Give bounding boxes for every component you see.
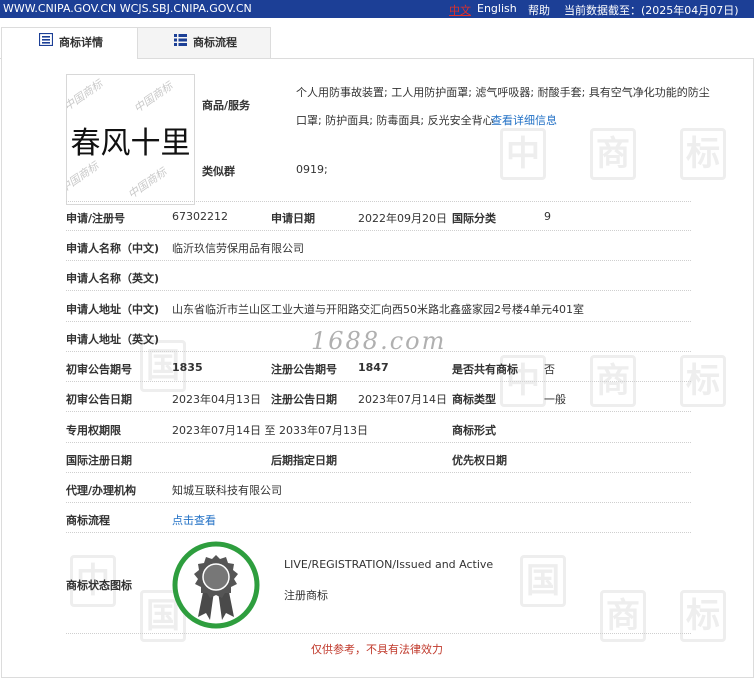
intl-class-value: 9	[544, 210, 551, 223]
shared-label: 是否共有商标	[452, 363, 518, 376]
applicant-en-label: 申请人名称（英文)	[66, 272, 160, 285]
view-flow-link[interactable]: 点击查看	[172, 512, 216, 528]
tab-bar: 商标详情 商标流程	[0, 27, 754, 59]
divider	[66, 230, 691, 231]
document-list-icon	[38, 28, 54, 58]
tab-trademark-flow[interactable]: 商标流程	[137, 27, 271, 58]
intl-class-label: 国际分类	[452, 212, 496, 225]
exclusive-period-label: 专用权期限	[66, 424, 121, 437]
tm-form-label: 商标形式	[452, 424, 496, 437]
divider	[66, 411, 691, 412]
similar-group-value: 0919;	[296, 163, 328, 176]
lang-chinese-link[interactable]: 中文	[449, 2, 471, 18]
data-date: 当前数据截至：(2025年04月07日)	[564, 4, 739, 17]
registered-badge-icon	[172, 541, 260, 629]
watermark-char: 中	[500, 128, 546, 180]
goods-label: 商品/服务	[202, 99, 251, 112]
prelim-no-label: 初审公告期号	[66, 363, 132, 376]
app-date-label: 申请日期	[271, 212, 315, 225]
tm-type-label: 商标类型	[452, 393, 496, 406]
prelim-date-label: 初审公告日期	[66, 393, 132, 406]
reg-ann-date-label: 注册公告日期	[271, 393, 337, 406]
divider	[66, 290, 691, 291]
address-cn-label: 申请人地址（中文)	[66, 303, 160, 316]
divider	[66, 321, 691, 322]
flow-label: 商标流程	[66, 514, 110, 527]
reg-no-label: 申请/注册号	[66, 212, 126, 225]
site-links[interactable]: WWW.CNIPA.GOV.CN WCJS.SBJ.CNIPA.GOV.CN	[3, 2, 252, 15]
intl-reg-date-label: 国际注册日期	[66, 454, 132, 467]
watermark-char: 标	[680, 590, 726, 642]
top-bar: WWW.CNIPA.GOV.CN WCJS.SBJ.CNIPA.GOV.CN 中…	[0, 0, 754, 18]
priority-date-label: 优先权日期	[452, 454, 507, 467]
divider	[66, 201, 691, 202]
logo-watermark: 中国商标	[66, 159, 102, 196]
tab-label: 商标流程	[193, 36, 237, 49]
reg-ann-date-value: 2023年07月14日	[358, 393, 447, 406]
prelim-date-value: 2023年04月13日	[172, 393, 261, 406]
divider	[66, 351, 691, 352]
applicant-cn-value: 临沂玖信劳保用品有限公司	[172, 242, 304, 255]
reg-no-value: 67302212	[172, 210, 228, 223]
view-detail-link[interactable]: 查看详细信息	[491, 112, 557, 128]
goods-value-line2: 口罩; 防护面具; 防毒面具; 反光安全背心	[296, 114, 494, 127]
tab-trademark-detail[interactable]: 商标详情	[1, 27, 138, 59]
lang-english-link[interactable]: English	[477, 2, 517, 15]
goods-value-line1: 个人用防事故装置; 工人用防护面罩; 滤气呼吸器; 耐酸手套; 具有空气净化功能…	[296, 86, 710, 99]
divider	[66, 532, 691, 533]
prelim-no-value: 1835	[172, 361, 203, 374]
tab-label: 商标详情	[59, 36, 103, 49]
divider	[66, 381, 691, 382]
status-label: 商标状态图标	[66, 579, 132, 592]
reg-ann-no-value: 1847	[358, 361, 389, 374]
divider	[66, 633, 691, 634]
divider	[66, 442, 691, 443]
watermark-char: 商	[590, 128, 636, 180]
trademark-name: 春风十里	[70, 126, 191, 161]
logo-watermark: 中国商标	[131, 79, 176, 116]
tm-type-value: 一般	[544, 393, 566, 406]
address-cn-value: 山东省临沂市兰山区工业大道与开阳路交汇向西50米路北鑫盛家园2号楼4单元401室	[172, 303, 584, 316]
logo-watermark: 中国商标	[66, 77, 106, 114]
agent-label: 代理/办理机构	[66, 484, 137, 497]
help-link[interactable]: 帮助	[528, 2, 550, 18]
divider	[66, 260, 691, 261]
later-date-label: 后期指定日期	[271, 454, 337, 467]
logo-watermark: 中国商标	[125, 165, 170, 202]
app-date-value: 2022年09月20日	[358, 212, 447, 225]
watermark-char: 国	[520, 555, 566, 607]
shared-value: 否	[544, 363, 555, 376]
divider	[66, 472, 691, 473]
reg-ann-no-label: 注册公告期号	[271, 363, 337, 376]
status-cn: 注册商标	[284, 589, 328, 602]
trademark-image: 中国商标 中国商标 中国商标 中国商标 春风十里	[66, 74, 195, 205]
watermark-char: 商	[600, 590, 646, 642]
status-en: LIVE/REGISTRATION/Issued and Active	[284, 558, 494, 571]
disclaimer: 仅供参考，不具有法律效力	[311, 643, 443, 656]
watermark-char: 标	[680, 128, 726, 180]
address-en-label: 申请人地址（英文)	[66, 333, 160, 346]
exclusive-period-value: 2023年07月14日 至 2033年07月13日	[172, 424, 368, 437]
divider	[66, 502, 691, 503]
agent-value: 知城互联科技有限公司	[172, 484, 282, 497]
applicant-cn-label: 申请人名称（中文)	[66, 242, 160, 255]
similar-group-label: 类似群	[202, 165, 235, 178]
list-icon	[174, 28, 187, 58]
